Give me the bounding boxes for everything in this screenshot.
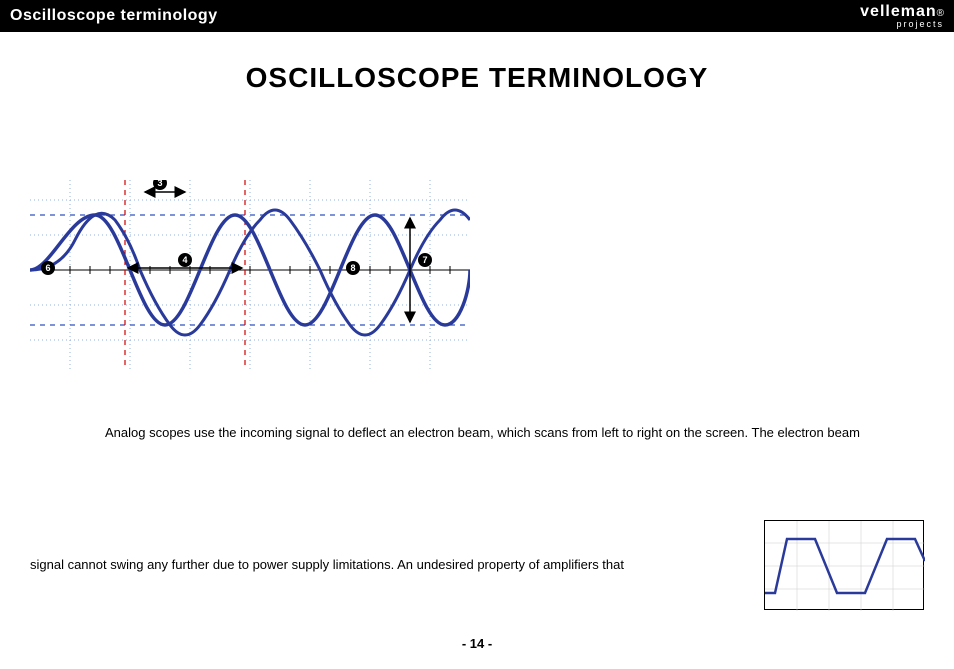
page-title: OSCILLOSCOPE TERMINOLOGY: [0, 62, 954, 94]
marker-3: 3: [157, 180, 162, 188]
marker-7: 7: [422, 255, 427, 265]
clipping-diagram: [764, 520, 924, 610]
marker-4: 4: [182, 255, 187, 265]
header-bar: Oscilloscope terminology velleman® proje…: [0, 0, 954, 32]
marker-8: 8: [350, 263, 355, 273]
header-title: Oscilloscope terminology: [10, 7, 218, 25]
brand-sub: projects: [860, 20, 944, 29]
brand-main: velleman: [860, 3, 936, 20]
marker-6: 6: [45, 263, 50, 273]
body-paragraph-2: signal cannot swing any further due to p…: [30, 557, 624, 572]
body-paragraph-1: Analog scopes use the incoming signal to…: [105, 425, 860, 440]
oscilloscope-diagram: 3 4 6 8 7: [30, 180, 470, 370]
page-number: - 14 -: [0, 636, 954, 651]
brand-logo: velleman® projects: [860, 4, 944, 29]
